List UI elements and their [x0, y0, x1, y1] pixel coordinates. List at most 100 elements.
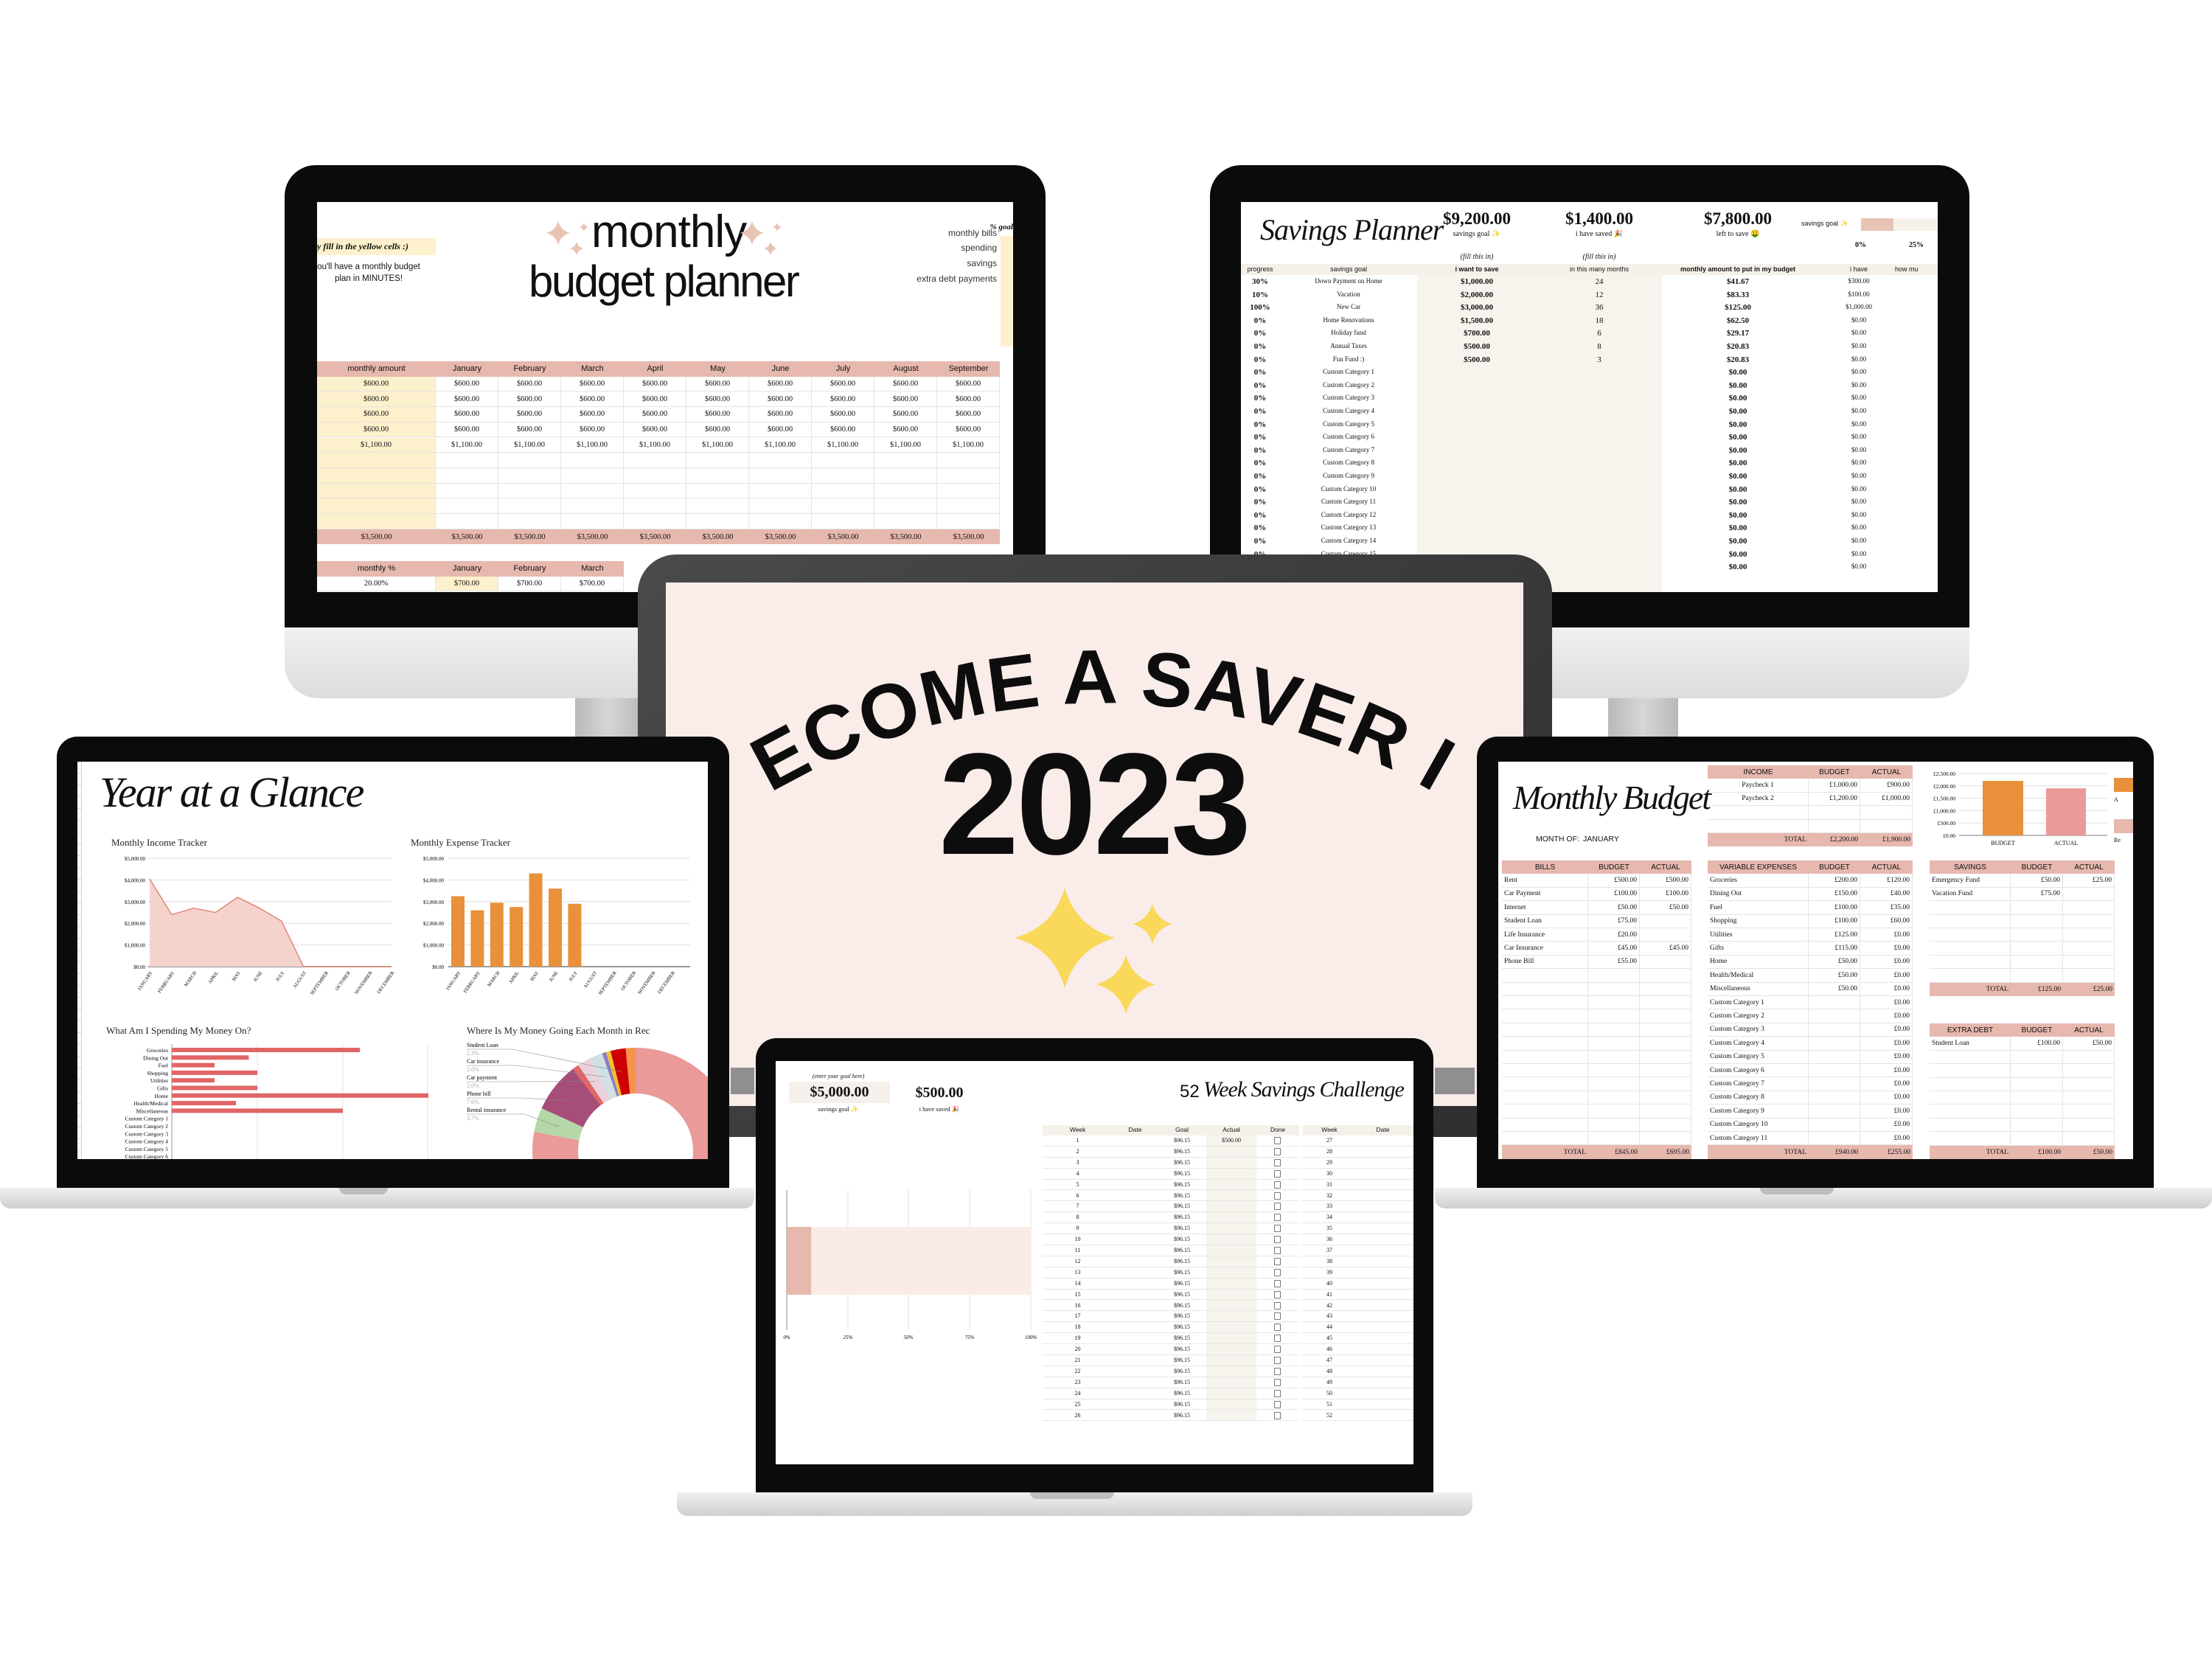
- cell[interactable]: $600.00: [624, 376, 686, 392]
- cell[interactable]: [937, 467, 1000, 483]
- cell[interactable]: $600.00: [686, 407, 749, 422]
- cell[interactable]: [317, 467, 436, 483]
- done-checkbox[interactable]: [1274, 1367, 1281, 1375]
- cell[interactable]: $700.00: [1422, 329, 1532, 338]
- cell[interactable]: Custom Category 1: [1279, 368, 1419, 375]
- cell[interactable]: [874, 453, 937, 467]
- cell[interactable]: $600.00: [317, 407, 436, 422]
- cell[interactable]: [436, 483, 498, 498]
- cell[interactable]: [937, 483, 1000, 498]
- cell[interactable]: [436, 514, 498, 529]
- cell[interactable]: 6: [1544, 329, 1655, 338]
- cell[interactable]: [436, 453, 498, 467]
- cell[interactable]: $600.00: [749, 407, 812, 422]
- cell[interactable]: $600.00: [561, 392, 624, 407]
- cell[interactable]: $500.00: [1422, 342, 1532, 351]
- cell[interactable]: $600.00: [686, 376, 749, 392]
- cell[interactable]: Custom Category 6: [1279, 433, 1419, 440]
- done-checkbox[interactable]: [1274, 1324, 1281, 1332]
- cell[interactable]: $600.00: [317, 376, 436, 392]
- cell[interactable]: [561, 467, 624, 483]
- cell[interactable]: $1,100.00: [686, 437, 749, 453]
- done-checkbox[interactable]: [1274, 1290, 1281, 1298]
- cell[interactable]: [749, 453, 812, 467]
- cell[interactable]: [317, 483, 436, 498]
- done-checkbox[interactable]: [1274, 1137, 1281, 1144]
- cell[interactable]: $700.00: [436, 576, 498, 591]
- cell[interactable]: $600.00: [317, 392, 436, 407]
- cell[interactable]: [624, 483, 686, 498]
- cell[interactable]: $600.00: [624, 407, 686, 422]
- cell[interactable]: [812, 453, 874, 467]
- cell[interactable]: $600.00: [749, 392, 812, 407]
- done-checkbox[interactable]: [1274, 1257, 1281, 1265]
- cell[interactable]: $2,000.00: [1422, 291, 1532, 299]
- cell[interactable]: $600.00: [812, 407, 874, 422]
- cell[interactable]: [812, 483, 874, 498]
- cell[interactable]: [498, 453, 561, 467]
- cell[interactable]: Holiday fund: [1279, 329, 1419, 336]
- done-checkbox[interactable]: [1274, 1357, 1281, 1364]
- cell[interactable]: Custom Category 13: [1279, 524, 1419, 531]
- cell[interactable]: 36: [1544, 303, 1655, 312]
- cell[interactable]: [317, 453, 436, 467]
- cell[interactable]: Custom Category 7: [1279, 446, 1419, 453]
- cell[interactable]: [624, 467, 686, 483]
- cell[interactable]: $3,000.00: [1422, 303, 1532, 312]
- cell[interactable]: [561, 514, 624, 529]
- cell[interactable]: 12: [1544, 291, 1655, 299]
- cell[interactable]: $1,100.00: [812, 437, 874, 453]
- cell[interactable]: $1,100.00: [498, 437, 561, 453]
- done-checkbox[interactable]: [1274, 1158, 1281, 1166]
- cell[interactable]: $700.00: [561, 576, 624, 591]
- done-checkbox[interactable]: [1274, 1268, 1281, 1276]
- cell[interactable]: Down Payment on Home: [1279, 277, 1419, 285]
- cell[interactable]: [436, 467, 498, 483]
- done-checkbox[interactable]: [1274, 1225, 1281, 1233]
- cell[interactable]: $600.00: [874, 376, 937, 392]
- cell[interactable]: 24: [1544, 277, 1655, 286]
- cell[interactable]: $600.00: [937, 376, 1000, 392]
- cell[interactable]: [937, 453, 1000, 467]
- cell[interactable]: 3: [1544, 355, 1655, 364]
- cell[interactable]: Custom Category 2: [1279, 381, 1419, 389]
- cell[interactable]: Custom Category 11: [1279, 498, 1419, 505]
- cell[interactable]: [686, 514, 749, 529]
- cell[interactable]: [561, 498, 624, 513]
- cell[interactable]: [812, 498, 874, 513]
- cell[interactable]: [874, 498, 937, 513]
- cell[interactable]: $600.00: [436, 422, 498, 437]
- cell[interactable]: $600.00: [498, 407, 561, 422]
- cell[interactable]: [686, 498, 749, 513]
- cell[interactable]: [874, 467, 937, 483]
- cell[interactable]: [498, 483, 561, 498]
- cell[interactable]: [874, 483, 937, 498]
- cell[interactable]: $600.00: [498, 422, 561, 437]
- cell[interactable]: $1,000.00: [1422, 277, 1532, 286]
- cell[interactable]: $600.00: [436, 376, 498, 392]
- cell[interactable]: [749, 514, 812, 529]
- cell[interactable]: $600.00: [749, 422, 812, 437]
- cell[interactable]: $500.00: [1422, 355, 1532, 364]
- cell[interactable]: Vacation: [1279, 291, 1419, 298]
- cell[interactable]: $1,100.00: [624, 437, 686, 453]
- goal-input-strip[interactable]: [1001, 236, 1013, 347]
- done-checkbox[interactable]: [1274, 1192, 1281, 1200]
- cell[interactable]: [812, 514, 874, 529]
- cell[interactable]: [749, 483, 812, 498]
- cell[interactable]: 20.00%: [317, 576, 436, 591]
- cell[interactable]: $600.00: [561, 407, 624, 422]
- cell[interactable]: Annual Taxes: [1279, 342, 1419, 349]
- cell[interactable]: 18: [1544, 316, 1655, 325]
- cell[interactable]: $600.00: [624, 392, 686, 407]
- cell[interactable]: [874, 514, 937, 529]
- cell[interactable]: Custom Category 14: [1279, 537, 1419, 544]
- done-checkbox[interactable]: [1274, 1301, 1281, 1310]
- cell[interactable]: $600.00: [812, 376, 874, 392]
- cell[interactable]: Custom Category 5: [1279, 420, 1419, 428]
- done-checkbox[interactable]: [1274, 1389, 1281, 1397]
- cell[interactable]: Custom Category 4: [1279, 407, 1419, 414]
- cell[interactable]: $600.00: [624, 422, 686, 437]
- cell[interactable]: Home Renovations: [1279, 316, 1419, 324]
- cell[interactable]: Custom Category 12: [1279, 511, 1419, 518]
